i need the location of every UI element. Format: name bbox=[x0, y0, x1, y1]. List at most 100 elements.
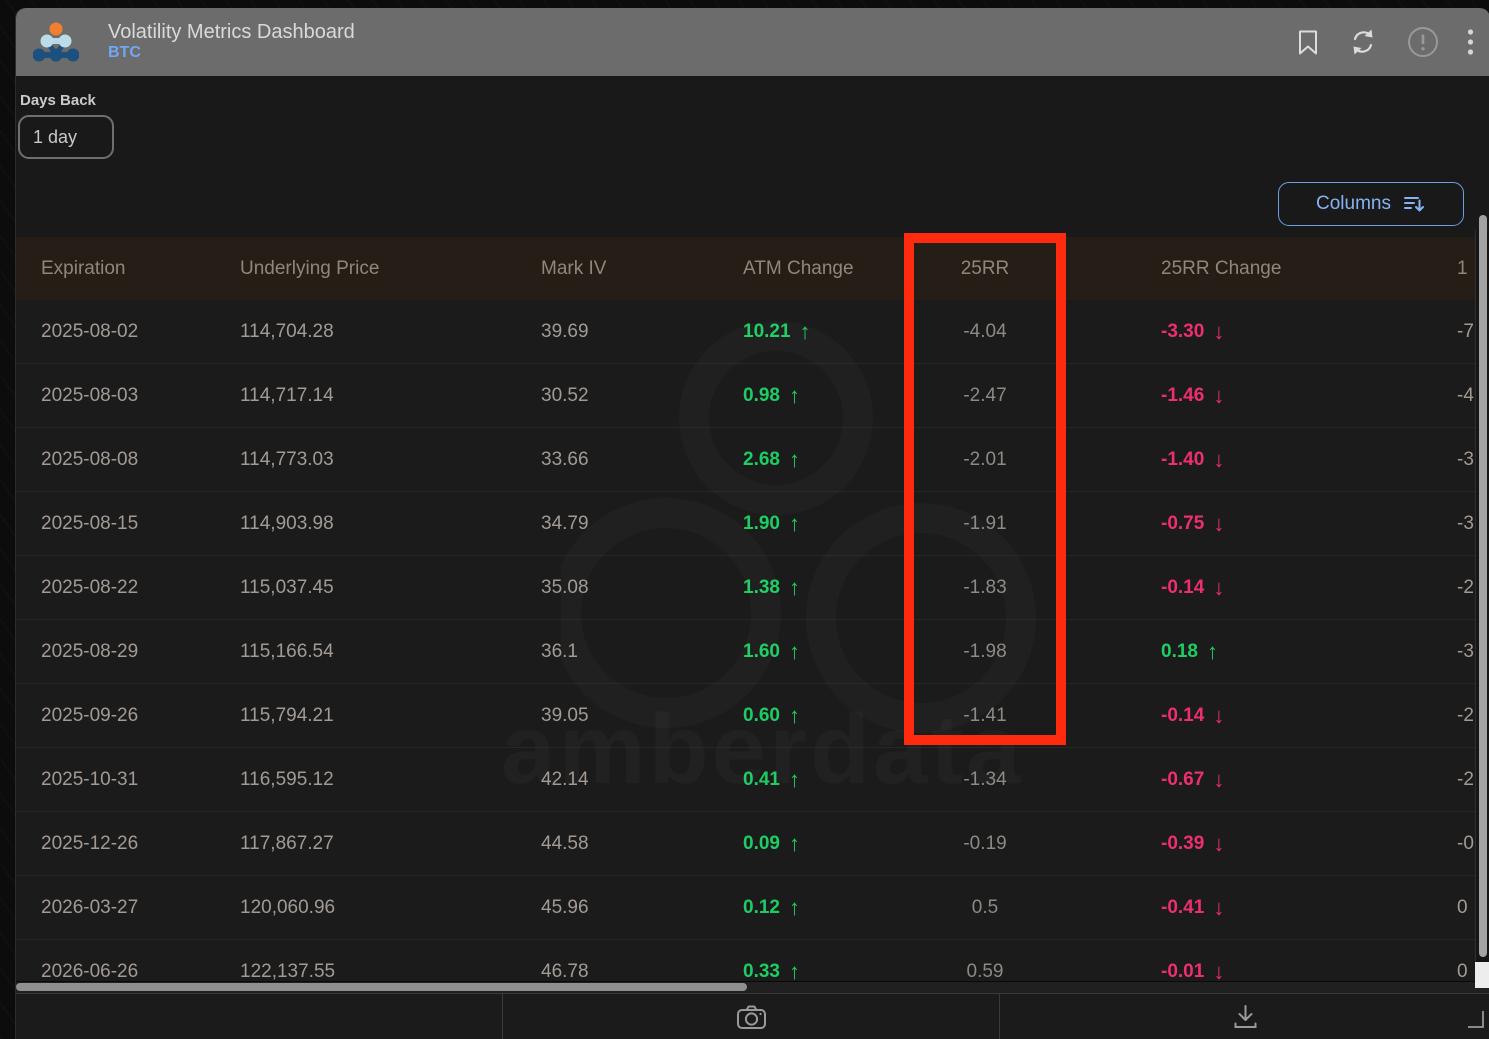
rr25-cell: 0.5 bbox=[904, 876, 1066, 939]
expiration-cell: 2025-08-29 bbox=[41, 620, 138, 683]
expiration-cell: 2025-08-22 bbox=[41, 556, 138, 619]
resize-handle-icon[interactable] bbox=[1468, 1011, 1484, 1028]
bookmark-icon[interactable] bbox=[1296, 29, 1320, 56]
rr25-cell: 0.59 bbox=[904, 940, 1066, 985]
footer-left-section bbox=[16, 994, 503, 1039]
column-header-expiration[interactable]: Expiration bbox=[41, 237, 126, 300]
vertical-scrollbar-thumb[interactable] bbox=[1479, 215, 1487, 957]
table-row[interactable]: 2025-08-03114,717.1430.520.98↑-2.47-1.46… bbox=[16, 364, 1489, 428]
days-back-label: Days Back bbox=[20, 92, 96, 109]
info-icon[interactable] bbox=[1406, 25, 1440, 59]
underlying-price-cell: 114,717.14 bbox=[240, 364, 334, 427]
up-arrow-icon: ↑ bbox=[789, 703, 800, 729]
horizontal-scrollbar-thumb[interactable] bbox=[16, 983, 747, 991]
camera-icon bbox=[736, 1003, 767, 1030]
table-row[interactable]: 2025-08-08114,773.0333.662.68↑-2.01-1.40… bbox=[16, 428, 1489, 492]
atm-change-cell: 1.60↑ bbox=[743, 620, 800, 683]
kebab-menu-icon[interactable] bbox=[1467, 28, 1474, 56]
sort-columns-icon bbox=[1403, 194, 1426, 214]
expiration-cell: 2025-08-08 bbox=[41, 428, 138, 491]
download-button[interactable] bbox=[1000, 994, 1489, 1039]
page-title: Volatility Metrics Dashboard bbox=[108, 21, 355, 44]
table-row[interactable]: 2025-08-02114,704.2839.6910.21↑-4.04-3.3… bbox=[16, 300, 1489, 364]
mark-iv-cell: 42.14 bbox=[541, 748, 589, 811]
next-column-cell: -7 bbox=[1457, 300, 1474, 363]
underlying-price-cell: 117,867.27 bbox=[240, 812, 334, 875]
underlying-price-cell: 115,166.54 bbox=[240, 620, 334, 683]
rr25-change-cell: -0.14↓ bbox=[1161, 556, 1224, 619]
up-arrow-icon: ↑ bbox=[1207, 639, 1218, 665]
footer-toolbar bbox=[16, 993, 1489, 1039]
table-row[interactable]: 2025-10-31116,595.1242.140.41↑-1.34-0.67… bbox=[16, 748, 1489, 812]
underlying-price-cell: 114,704.28 bbox=[240, 300, 334, 363]
mark-iv-cell: 46.78 bbox=[541, 940, 589, 985]
column-header-mark-iv[interactable]: Mark IV bbox=[541, 237, 606, 300]
mark-iv-cell: 39.69 bbox=[541, 300, 589, 363]
up-arrow-icon: ↑ bbox=[789, 831, 800, 857]
rr25-change-cell: -0.01↓ bbox=[1161, 940, 1224, 985]
up-arrow-icon: ↑ bbox=[789, 447, 800, 473]
highlight-box-25rr-column bbox=[904, 233, 1066, 745]
expiration-cell: 2025-10-31 bbox=[41, 748, 138, 811]
column-header-next-column[interactable]: 1 bbox=[1457, 237, 1468, 300]
column-header-underlying-price[interactable]: Underlying Price bbox=[240, 237, 379, 300]
up-arrow-icon: ↑ bbox=[800, 319, 811, 345]
next-column-cell: -2 bbox=[1457, 556, 1474, 619]
titlebar: Volatility Metrics Dashboard BTC bbox=[16, 8, 1489, 76]
next-column-cell: -4 bbox=[1457, 364, 1474, 427]
rr25-change-cell: -0.41↓ bbox=[1161, 876, 1224, 939]
up-arrow-icon: ↑ bbox=[789, 511, 800, 537]
refresh-icon[interactable] bbox=[1347, 27, 1379, 57]
days-back-select[interactable]: 1 day bbox=[18, 115, 114, 159]
columns-button[interactable]: Columns bbox=[1278, 182, 1464, 226]
table-row[interactable]: 2025-08-29115,166.5436.11.60↑-1.980.18↑-… bbox=[16, 620, 1489, 684]
underlying-price-cell: 115,794.21 bbox=[240, 684, 334, 747]
column-header-25rr-change[interactable]: 25RR Change bbox=[1161, 237, 1281, 300]
camera-button[interactable] bbox=[503, 994, 1000, 1039]
expiration-cell: 2025-09-26 bbox=[41, 684, 138, 747]
table-row[interactable]: 2026-03-27120,060.9645.960.12↑0.5-0.41↓0 bbox=[16, 876, 1489, 940]
rr25-cell: -0.19 bbox=[904, 812, 1066, 875]
atm-change-cell: 0.98↑ bbox=[743, 364, 800, 427]
next-column-cell: 0 bbox=[1457, 940, 1468, 985]
rr25-cell: -1.34 bbox=[904, 748, 1066, 811]
down-arrow-icon: ↓ bbox=[1213, 383, 1224, 409]
atm-change-cell: 0.09↑ bbox=[743, 812, 800, 875]
table-row[interactable]: 2025-12-26117,867.2744.580.09↑-0.19-0.39… bbox=[16, 812, 1489, 876]
atm-change-cell: 0.33↑ bbox=[743, 940, 800, 985]
atm-change-cell: 0.12↑ bbox=[743, 876, 800, 939]
expiration-cell: 2025-08-15 bbox=[41, 492, 138, 555]
scrollbar-corner bbox=[1475, 962, 1489, 988]
down-arrow-icon: ↓ bbox=[1213, 511, 1224, 537]
rr25-change-cell: -0.75↓ bbox=[1161, 492, 1224, 555]
up-arrow-icon: ↑ bbox=[789, 639, 800, 665]
table-row[interactable]: 2025-09-26115,794.2139.050.60↑-1.41-0.14… bbox=[16, 684, 1489, 748]
down-arrow-icon: ↓ bbox=[1213, 319, 1224, 345]
down-arrow-icon: ↓ bbox=[1213, 703, 1224, 729]
symbol-label: BTC bbox=[108, 44, 355, 62]
rr25-change-cell: -0.39↓ bbox=[1161, 812, 1224, 875]
atm-change-cell: 10.21↑ bbox=[743, 300, 811, 363]
rr25-change-cell: -1.40↓ bbox=[1161, 428, 1224, 491]
atm-change-cell: 0.41↑ bbox=[743, 748, 800, 811]
next-column-cell: -3 bbox=[1457, 428, 1474, 491]
up-arrow-icon: ↑ bbox=[789, 575, 800, 601]
rr25-change-cell: -3.30↓ bbox=[1161, 300, 1224, 363]
up-arrow-icon: ↑ bbox=[789, 767, 800, 793]
columns-button-label: Columns bbox=[1316, 193, 1391, 215]
mark-iv-cell: 34.79 bbox=[541, 492, 589, 555]
next-column-cell: -0 bbox=[1457, 812, 1474, 875]
atm-change-cell: 1.90↑ bbox=[743, 492, 800, 555]
underlying-price-cell: 115,037.45 bbox=[240, 556, 334, 619]
atm-change-cell: 1.38↑ bbox=[743, 556, 800, 619]
table-row[interactable]: 2025-08-22115,037.4535.081.38↑-1.83-0.14… bbox=[16, 556, 1489, 620]
mark-iv-cell: 35.08 bbox=[541, 556, 589, 619]
mark-iv-cell: 39.05 bbox=[541, 684, 589, 747]
next-column-cell: -2 bbox=[1457, 748, 1474, 811]
mark-iv-cell: 45.96 bbox=[541, 876, 589, 939]
expiration-cell: 2025-12-26 bbox=[41, 812, 138, 875]
column-header-atm-change[interactable]: ATM Change bbox=[743, 237, 854, 300]
table-row[interactable]: 2026-06-26122,137.5546.780.33↑0.59-0.01↓… bbox=[16, 940, 1489, 985]
mark-iv-cell: 36.1 bbox=[541, 620, 578, 683]
table-row[interactable]: 2025-08-15114,903.9834.791.90↑-1.91-0.75… bbox=[16, 492, 1489, 556]
